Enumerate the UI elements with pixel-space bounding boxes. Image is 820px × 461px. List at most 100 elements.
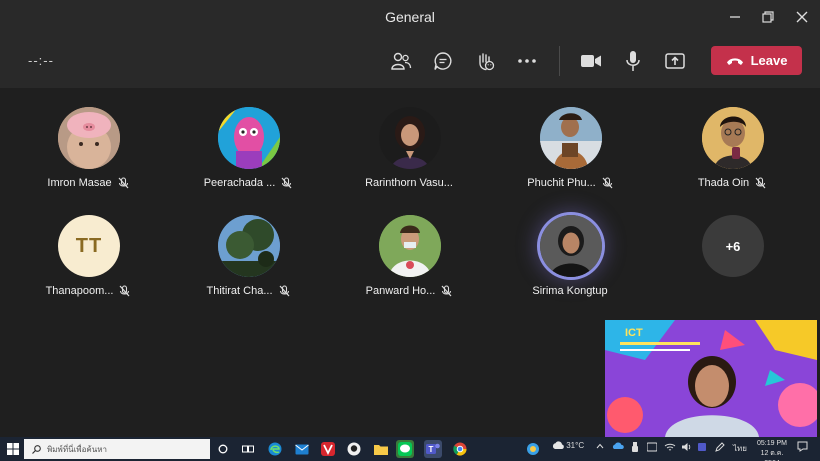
avatar xyxy=(58,107,120,169)
reactions-icon xyxy=(479,53,495,71)
avatar-speaking xyxy=(540,215,602,277)
microphone-icon xyxy=(626,51,640,71)
weather-widget[interactable]: 31°C xyxy=(552,441,584,450)
clock-date: 12 ต.ค. 2564 xyxy=(760,450,784,461)
show-hidden-icons[interactable] xyxy=(596,442,604,451)
participant-name-row: Panward Ho... xyxy=(334,285,484,297)
leave-button[interactable]: Leave xyxy=(711,46,802,75)
participant-name-row: Imron Masae xyxy=(13,177,163,189)
video-camera-icon xyxy=(581,55,601,67)
avatar xyxy=(218,107,280,169)
network-tray[interactable] xyxy=(664,442,676,454)
vivaldi-icon xyxy=(321,442,335,456)
vivaldi-app[interactable] xyxy=(319,440,337,458)
chrome-icon xyxy=(453,442,467,456)
usb-tray[interactable] xyxy=(631,442,639,454)
taskbar-clock[interactable]: 05:19 PM 12 ต.ค. 2564 xyxy=(752,439,792,461)
participant-tile[interactable]: Panward Ho... xyxy=(334,215,484,315)
wifi-icon xyxy=(664,443,676,451)
cloud-icon xyxy=(552,441,564,450)
taskbar-search-box[interactable]: พิมพ์ที่นี่เพื่อค้นหา xyxy=(24,439,210,459)
maximize-button[interactable] xyxy=(757,6,779,28)
participant-tile[interactable]: Phuchit Phu... xyxy=(495,107,645,207)
github-app[interactable] xyxy=(345,440,363,458)
camera-button[interactable] xyxy=(578,48,604,74)
participant-tile[interactable]: Thada Oin xyxy=(657,107,807,207)
pen-icon xyxy=(715,442,725,452)
minimize-icon xyxy=(730,16,740,18)
svg-text:ICT: ICT xyxy=(625,327,643,339)
line-app[interactable] xyxy=(396,440,414,458)
participant-name-row: Thitirat Cha... xyxy=(173,285,323,297)
notification-icon xyxy=(797,441,808,452)
overflow-participants-button[interactable]: +6 xyxy=(657,215,807,315)
participant-name: Panward Ho... xyxy=(365,285,436,297)
participant-name: Sirima Kongtup xyxy=(532,285,608,297)
task-view-icon xyxy=(242,445,254,453)
participant-name-row: Rarinthorn Vasu... xyxy=(334,177,484,189)
participant-tile[interactable]: Thitirat Cha... xyxy=(173,215,323,315)
mic-off-icon xyxy=(441,285,452,297)
participants-button[interactable] xyxy=(388,48,414,74)
chrome-app[interactable] xyxy=(451,440,469,458)
participant-tile[interactable]: Peerachada ... xyxy=(173,107,323,207)
speaker-icon xyxy=(682,443,691,451)
pen-tray[interactable] xyxy=(715,442,725,454)
overflow-count: +6 xyxy=(702,215,764,277)
close-button[interactable] xyxy=(791,6,813,28)
hang-up-icon xyxy=(726,57,743,65)
github-icon xyxy=(347,442,361,456)
participant-tile[interactable]: Rarinthorn Vasu... xyxy=(334,107,484,207)
folder-icon xyxy=(374,445,388,455)
mail-app[interactable] xyxy=(293,440,311,458)
clock-time: 05:19 PM xyxy=(757,440,787,447)
cortana-button[interactable] xyxy=(214,440,232,458)
participant-name: Peerachada ... xyxy=(203,177,276,189)
file-explorer-app[interactable] xyxy=(372,440,390,458)
windows-logo-icon xyxy=(7,443,19,455)
minimize-button[interactable] xyxy=(724,6,746,28)
window-title: General xyxy=(385,9,435,25)
participant-name: Rarinthorn Vasu... xyxy=(365,177,453,189)
raise-hand-button[interactable] xyxy=(472,48,498,74)
task-view-button[interactable] xyxy=(239,440,257,458)
defender-tray[interactable] xyxy=(646,442,658,454)
participant-tile[interactable]: Imron Masae xyxy=(13,107,163,207)
notifications-button[interactable] xyxy=(797,441,808,454)
participant-name: Thitirat Cha... xyxy=(206,285,273,297)
cortana-icon xyxy=(218,444,228,454)
mic-off-icon xyxy=(279,285,289,297)
start-button[interactable] xyxy=(4,440,22,458)
participant-name: Phuchit Phu... xyxy=(527,177,596,189)
more-actions-button[interactable] xyxy=(514,48,540,74)
avatar xyxy=(540,107,602,169)
volume-tray[interactable] xyxy=(681,442,693,454)
search-icon xyxy=(32,444,41,454)
edge-icon xyxy=(268,442,282,456)
avatar xyxy=(218,215,280,277)
mic-off-icon xyxy=(119,285,130,297)
input-language[interactable]: ไทย xyxy=(733,442,747,455)
chevron-up-icon xyxy=(596,443,604,449)
line-icon xyxy=(398,442,412,456)
security-icon xyxy=(646,442,658,452)
meeting-timer: --:-- xyxy=(28,53,54,68)
participant-tile[interactable]: TT Thanapoom... xyxy=(13,215,163,315)
self-video-preview[interactable]: ICT xyxy=(605,320,817,437)
teams-tray[interactable] xyxy=(698,442,708,454)
close-icon xyxy=(796,11,808,23)
chat-button[interactable] xyxy=(430,48,456,74)
mic-off-icon xyxy=(118,177,129,189)
onedrive-tray[interactable] xyxy=(612,442,624,452)
participant-name-row: Thada Oin xyxy=(657,177,807,189)
participant-name: Thada Oin xyxy=(697,177,750,189)
title-bar: General xyxy=(0,0,820,34)
weather-icon-button[interactable] xyxy=(524,440,542,458)
share-screen-button[interactable] xyxy=(662,48,688,74)
edge-app[interactable] xyxy=(266,440,284,458)
participant-tile[interactable]: Sirima Kongtup xyxy=(495,215,645,315)
more-icon xyxy=(518,59,536,63)
microphone-button[interactable] xyxy=(620,48,646,74)
teams-app[interactable]: T xyxy=(424,440,442,458)
mic-off-icon xyxy=(755,177,766,189)
